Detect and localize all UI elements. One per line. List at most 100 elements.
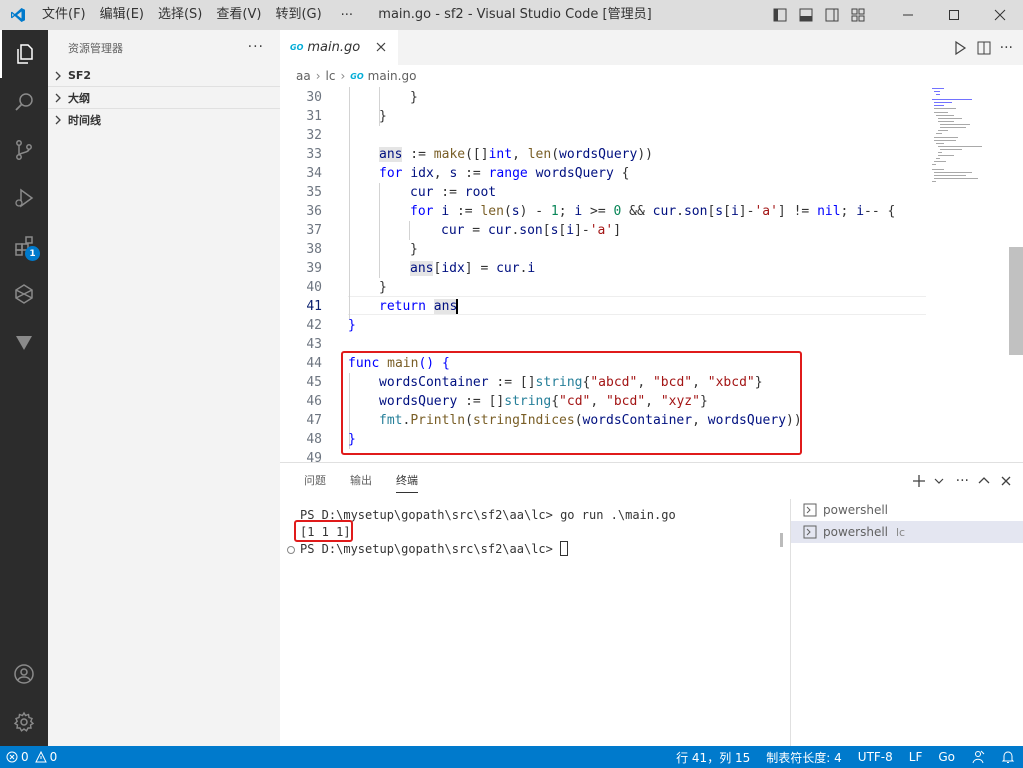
breadcrumb: aa › lc › GO main.go [280,65,1023,87]
tab-problems[interactable]: 问题 [292,463,338,499]
encoding[interactable]: UTF-8 [850,750,901,764]
activity-bar: 1 [0,30,48,746]
minimize-button[interactable] [885,0,931,30]
editor-scrollbar[interactable] [1009,247,1023,355]
line-ending[interactable]: LF [901,750,931,764]
terminal-list: powershell powershell lc [790,499,1023,747]
line-number: 38 [306,242,322,257]
more-actions-icon[interactable]: ··· [1000,40,1013,56]
close-tab-icon[interactable] [374,40,388,54]
extensions-icon[interactable]: 1 [0,222,48,270]
tab-label: main.go [307,40,361,55]
line-number: 33 [306,147,322,162]
line-number: 43 [306,337,322,352]
status-bar: 0 0 行 41，列 15 制表符长度: 4 UTF-8 LF Go [0,746,1023,768]
split-editor-icon[interactable] [976,40,992,56]
sidebar-title: 资源管理器 [68,41,123,55]
remote-explorer-icon[interactable] [0,270,48,318]
sidebar-more-button[interactable]: ··· [248,39,264,55]
settings-gear-icon[interactable] [0,698,48,746]
tab-main-go[interactable]: GO main.go [280,30,398,65]
explorer-icon[interactable] [0,30,48,78]
code-line: cur = cur.son[s[i]-'a'] [441,223,622,238]
menu-go[interactable]: 转到(G) [268,0,328,30]
code-line: } [348,318,356,333]
line-number: 36 [306,204,322,219]
panel-more-button[interactable]: ··· [956,473,969,489]
line-number: 30 [306,90,322,105]
tab-terminal[interactable]: 终端 [384,463,430,499]
chevron-right-icon [48,93,68,103]
problems-indicator[interactable]: 0 0 [0,750,57,764]
error-icon [6,751,18,763]
breadcrumb-separator-icon: › [340,69,346,83]
code-line: ans := make([]int, len(wordsQuery)) [379,147,653,162]
terminal-cursor [560,541,569,556]
section-outline[interactable]: 大纲 [48,87,280,109]
toggle-sidebar-icon[interactable] [767,0,793,30]
close-window-button[interactable] [977,0,1023,30]
breadcrumb-separator-icon: › [315,69,321,83]
customize-layout-icon[interactable] [845,0,871,30]
testing-icon[interactable] [0,318,48,366]
highlight-annotation-box [341,351,802,455]
line-number: 42 [306,318,322,333]
terminal-item-selected[interactable]: powershell lc [791,521,1023,543]
terminal-prompt-line: PS D:\mysetup\gopath\src\sf2\aa\lc> [287,541,780,558]
close-panel-icon[interactable] [999,474,1013,488]
toggle-panel-icon[interactable] [793,0,819,30]
warning-count: 0 [49,750,58,764]
terminal-name: powershell [823,525,888,539]
section-label: SF2 [68,69,92,82]
bottom-panel: 问题 输出 终端 ··· PS D:\mysetup\gopath\src\sf… [280,462,1023,747]
menu-view[interactable]: 查看(V) [209,0,268,30]
vscode-logo-icon[interactable] [0,0,35,30]
new-terminal-icon[interactable] [912,474,926,488]
code-line: } [379,109,387,124]
breadcrumb-item[interactable]: lc [326,69,336,83]
breadcrumb-item[interactable]: main.go [368,69,417,83]
menu-edit[interactable]: 编辑(E) [93,0,151,30]
line-number: 37 [306,223,322,238]
section-timeline[interactable]: 时间线 [48,109,280,131]
maximize-panel-icon[interactable] [977,474,991,488]
terminal-dropdown-icon[interactable] [934,476,944,486]
notifications-bell-icon[interactable] [993,750,1023,764]
tab-size[interactable]: 制表符长度: 4 [758,749,850,766]
minimap[interactable] [930,87,1008,187]
terminal-scrollbar[interactable] [780,533,783,547]
cursor-position[interactable]: 行 41，列 15 [668,749,758,766]
section-sf2[interactable]: SF2 [48,65,280,87]
go-file-icon: GO [290,43,304,52]
chevron-right-icon [48,115,68,125]
maximize-button[interactable] [931,0,977,30]
terminal-output[interactable]: PS D:\mysetup\gopath\src\sf2\aa\lc> go r… [287,507,780,558]
command-decoration-icon [287,546,295,554]
feedback-icon[interactable] [963,750,993,764]
code-line: cur := root [410,185,497,200]
menu-selection[interactable]: 选择(S) [151,0,209,30]
code-line: return ans [379,299,459,314]
explorer-sidebar: 资源管理器 ··· SF2 大纲 时间线 [48,30,280,746]
accounts-icon[interactable] [0,650,48,698]
terminal-item[interactable]: powershell [791,499,1023,521]
line-number: 46 [306,394,322,409]
code-line: ans[idx] = cur.i [410,261,536,276]
line-number: 32 [306,128,322,143]
source-control-icon[interactable] [0,126,48,174]
line-number: 35 [306,185,322,200]
breadcrumb-item[interactable]: aa [296,69,311,83]
code-line: } [410,242,418,257]
menu-file[interactable]: 文件(F) [35,0,93,30]
chevron-right-icon [48,71,68,81]
language-mode[interactable]: Go [930,750,963,764]
toggle-secondary-sidebar-icon[interactable] [819,0,845,30]
line-number: 40 [306,280,322,295]
search-icon[interactable] [0,78,48,126]
run-debug-icon[interactable] [0,174,48,222]
error-count: 0 [21,750,29,764]
run-file-icon[interactable] [952,40,968,56]
tab-output[interactable]: 输出 [338,463,384,499]
line-number: 47 [306,413,322,428]
code-editor[interactable]: 30} 31} 32 33 ans := make([]int, len(word… [280,87,1023,462]
